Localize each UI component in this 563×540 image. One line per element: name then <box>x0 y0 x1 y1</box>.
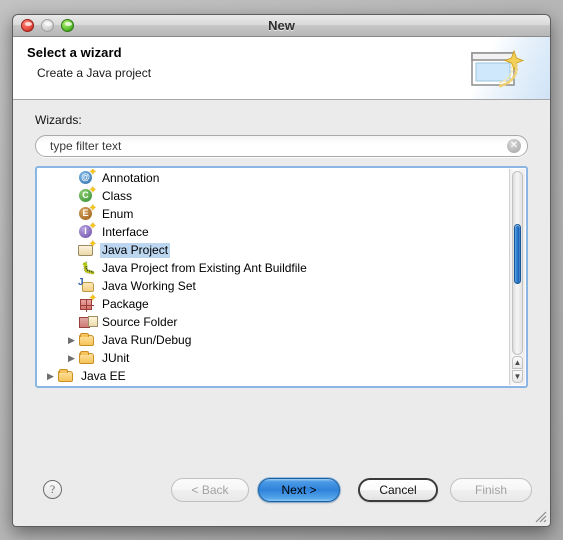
tree-item-source-folder[interactable]: ▶ Source Folder <box>38 313 509 331</box>
tree-item-label: Interface <box>102 224 149 239</box>
chevron-right-icon[interactable]: ▶ <box>44 367 57 385</box>
tree-item-label: Enum <box>102 206 134 221</box>
new-wizard-dialog: New Select a wizard Create a Java projec… <box>12 14 551 527</box>
banner-text-block: Select a wizard Create a Java project <box>27 45 151 80</box>
scroll-up-arrow-icon[interactable]: ▲ <box>512 356 523 369</box>
expander-placeholder: ▶ <box>65 259 78 277</box>
wizard-tree-rows: ▶ @✦ Annotation ▶ C✦ Class <box>38 169 509 385</box>
expander-placeholder: ▶ <box>65 241 78 259</box>
tree-item-label: Java Run/Debug <box>102 332 192 347</box>
folder-icon <box>78 332 96 348</box>
tree-item-label: Java Project <box>100 242 171 258</box>
enum-e-icon: E ✦ <box>78 204 97 222</box>
tree-item-interface[interactable]: ▶ I✦ Interface <box>38 222 509 241</box>
dialog-body: Wizards: ✕ ▶ @✦ Annotation ▶ <box>13 113 550 388</box>
tree-item-label: JUnit <box>102 350 130 365</box>
back-button[interactable]: < Back <box>171 478 249 502</box>
source-folder-icon <box>78 314 98 330</box>
tree-vertical-scrollbar[interactable]: ▲ ▼ <box>509 169 525 385</box>
wizard-sparkle-window-icon <box>470 47 526 96</box>
tree-item-java-ee[interactable]: ▶ Java EE <box>38 367 509 385</box>
tree-item-java-working-set[interactable]: ▶ J Java Working Set <box>38 277 509 295</box>
page-title: Select a wizard <box>27 45 122 60</box>
class-c-icon: C ✦ <box>78 186 97 204</box>
desktop-background: New Select a wizard Create a Java projec… <box>0 0 563 540</box>
package-icon: ✦ <box>78 294 97 312</box>
expander-placeholder: ▶ <box>65 295 78 313</box>
tree-item-java-run-debug[interactable]: ▶ Java Run/Debug <box>38 331 509 349</box>
window-title: New <box>268 18 295 33</box>
expander-placeholder: ▶ <box>65 313 78 331</box>
chevron-right-icon[interactable]: ▶ <box>65 349 78 367</box>
tree-item-junit[interactable]: ▶ JUnit <box>38 349 509 367</box>
resize-grip-icon[interactable] <box>533 509 547 523</box>
annotation-at-icon: @ ✦ <box>78 169 97 186</box>
expander-placeholder: ▶ <box>65 277 78 295</box>
folder-icon <box>78 350 96 366</box>
dialog-footer: ? < Back Next > Cancel Finish <box>13 464 550 526</box>
clear-circle-icon[interactable]: ✕ <box>507 139 521 153</box>
ant-buildfile-icon: 🐛 <box>81 261 96 275</box>
java-working-set-icon: J <box>78 278 96 294</box>
java-project-icon: ✦ <box>78 240 97 258</box>
scrollbar-thumb[interactable] <box>514 224 521 284</box>
filter-row: ✕ <box>35 135 528 157</box>
tree-item-ant-buildfile[interactable]: ▶ 🐛 Java Project from Existing Ant Build… <box>38 259 509 277</box>
scroll-down-arrow-icon[interactable]: ▼ <box>512 370 523 383</box>
wizard-tree[interactable]: ▶ @✦ Annotation ▶ C✦ Class <box>35 166 528 388</box>
interface-i-icon: I ✦ <box>78 222 97 240</box>
help-button[interactable]: ? <box>43 480 62 499</box>
wizard-banner: Select a wizard Create a Java project <box>13 37 550 100</box>
tree-item-label: Java Project from Existing Ant Buildfile <box>102 260 307 275</box>
tree-item-enum[interactable]: ▶ E✦ Enum <box>38 204 509 223</box>
expander-placeholder: ▶ <box>65 205 78 223</box>
expander-placeholder: ▶ <box>65 169 78 187</box>
finish-button[interactable]: Finish <box>450 478 532 502</box>
tree-item-label: Java EE <box>81 368 126 383</box>
tree-item-package[interactable]: ▶ ✦ Package <box>38 294 509 313</box>
next-button[interactable]: Next > <box>258 478 340 502</box>
folder-icon <box>57 368 75 384</box>
tree-item-label: Source Folder <box>102 314 178 329</box>
tree-item-java-project[interactable]: ▶ ✦ Java Project <box>38 240 509 259</box>
search-input[interactable] <box>35 135 528 157</box>
chevron-right-icon[interactable]: ▶ <box>65 331 78 349</box>
expander-placeholder: ▶ <box>65 187 78 205</box>
tree-item-label: Java Working Set <box>102 278 196 293</box>
cancel-button[interactable]: Cancel <box>358 478 438 502</box>
scrollbar-track[interactable] <box>512 171 523 355</box>
tree-item-label: Class <box>102 188 133 203</box>
tree-item-label: Annotation <box>102 170 160 185</box>
page-subtitle: Create a Java project <box>37 66 152 80</box>
tree-item-label: Package <box>102 296 149 311</box>
wizards-label: Wizards: <box>35 113 82 127</box>
window-titlebar[interactable]: New <box>13 15 550 37</box>
tree-item-class[interactable]: ▶ C✦ Class <box>38 186 509 205</box>
tree-item-annotation[interactable]: ▶ @✦ Annotation <box>38 169 509 187</box>
expander-placeholder: ▶ <box>65 223 78 241</box>
